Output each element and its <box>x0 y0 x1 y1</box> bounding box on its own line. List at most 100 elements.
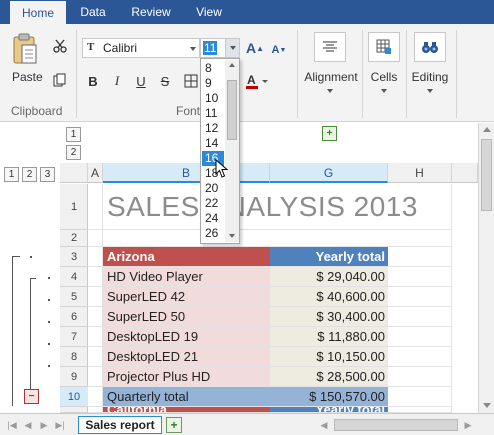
cell-a[interactable] <box>88 347 103 367</box>
scroll-up-icon[interactable] <box>229 63 235 67</box>
cell-g[interactable] <box>270 230 388 247</box>
cell-g[interactable]: $ 40,600.00 <box>270 287 388 307</box>
italic-button[interactable]: I <box>108 72 126 90</box>
chevron-down-icon[interactable] <box>381 89 387 93</box>
tab-data[interactable]: Data <box>74 0 112 24</box>
cell-a[interactable] <box>88 387 103 407</box>
cell-h[interactable] <box>388 287 452 307</box>
cell-b[interactable]: Arizona <box>103 247 270 267</box>
cell-h[interactable] <box>388 230 452 247</box>
last-sheet-icon[interactable]: ▶| <box>52 417 68 433</box>
column-header-h[interactable]: H <box>388 163 452 183</box>
column-header-b[interactable]: B <box>103 163 270 183</box>
row-outline-level-2[interactable]: 2 <box>22 167 37 182</box>
scroll-down-icon[interactable] <box>483 403 491 408</box>
font-color-icon[interactable]: A <box>244 72 270 90</box>
cell-b[interactable]: SuperLED 42 <box>103 287 270 307</box>
tab-view[interactable]: View <box>186 0 232 24</box>
cell-g[interactable]: $ 10,150.00 <box>270 347 388 367</box>
font-name-combo[interactable]: T Calibri <box>82 38 200 58</box>
row-header[interactable]: 7 <box>60 327 88 347</box>
tab-review[interactable]: Review <box>124 0 178 24</box>
horizontal-scroll-thumb[interactable] <box>334 419 458 431</box>
select-all-corner[interactable] <box>60 163 88 183</box>
font-size-dropdown-button[interactable] <box>225 39 239 57</box>
scroll-left-icon[interactable]: ◀ <box>316 417 332 433</box>
font-size-option[interactable]: 9 <box>202 76 224 91</box>
binoculars-icon[interactable] <box>414 32 446 62</box>
chevron-down-icon[interactable] <box>427 89 433 93</box>
cell-h[interactable] <box>388 307 452 327</box>
cell-a[interactable] <box>88 287 103 307</box>
sheet-tab-sales-report[interactable]: Sales report <box>78 416 162 434</box>
cell-a[interactable] <box>88 367 103 387</box>
cell-h[interactable] <box>388 387 452 407</box>
next-sheet-icon[interactable]: ▶ <box>36 417 52 433</box>
grow-font-icon[interactable]: A ▲ <box>246 39 264 57</box>
strikethrough-button[interactable]: S <box>156 72 174 90</box>
scroll-up-icon[interactable] <box>483 127 491 132</box>
scroll-thumb[interactable] <box>227 80 237 140</box>
paste-button[interactable]: Paste <box>12 70 43 84</box>
chevron-down-icon[interactable] <box>327 89 333 93</box>
row-outline-level-3[interactable]: 3 <box>40 167 55 182</box>
vertical-scrollbar[interactable] <box>478 123 494 413</box>
row-header[interactable]: 1 <box>60 184 88 230</box>
cell-a[interactable] <box>88 184 103 230</box>
shrink-font-icon[interactable]: A ▼ <box>270 41 288 59</box>
font-size-option[interactable]: 11 <box>202 106 224 121</box>
editing-button[interactable]: Editing <box>408 70 452 84</box>
cell-h[interactable] <box>388 347 452 367</box>
font-size-combo[interactable]: 11 <box>200 38 240 58</box>
prev-sheet-icon[interactable]: ◀ <box>20 417 36 433</box>
chevron-down-icon[interactable] <box>190 47 196 51</box>
column-header-g[interactable]: G <box>270 163 388 183</box>
cell-g[interactable]: $ 11,880.00 <box>270 327 388 347</box>
cells-button[interactable]: Cells <box>364 70 404 84</box>
cell-g[interactable]: $ 28,500.00 <box>270 367 388 387</box>
cell-b[interactable]: DesktopLED 21 <box>103 347 270 367</box>
add-sheet-button[interactable]: + <box>166 417 182 433</box>
vertical-scroll-thumb[interactable] <box>481 139 492 211</box>
cell-h[interactable] <box>388 247 452 267</box>
cell-b[interactable]: SuperLED 50 <box>103 307 270 327</box>
scroll-right-icon[interactable]: ▶ <box>460 417 476 433</box>
font-size-dropdown-list[interactable]: 8 9 10 11 12 14 16 18 20 22 24 26 <box>200 58 240 244</box>
alignment-button[interactable]: Alignment <box>302 70 360 84</box>
font-size-option[interactable]: 12 <box>202 121 224 136</box>
col-outline-level-2[interactable]: 2 <box>66 145 81 160</box>
dropdown-scrollbar[interactable] <box>225 60 239 242</box>
cell-a[interactable] <box>88 247 103 267</box>
collapse-row-group-button[interactable]: − <box>24 389 39 404</box>
row-header[interactable]: 5 <box>60 287 88 307</box>
cell-h[interactable] <box>388 367 452 387</box>
cell-a[interactable] <box>88 307 103 327</box>
alignment-icon[interactable] <box>314 32 346 62</box>
font-size-value[interactable]: 11 <box>203 41 218 55</box>
cell-g[interactable]: Yearly total <box>270 247 388 267</box>
cell-g[interactable]: $ 30,400.00 <box>270 307 388 327</box>
underline-button[interactable]: U <box>132 72 150 90</box>
borders-icon[interactable] <box>182 72 200 90</box>
row-header[interactable]: 9 <box>60 367 88 387</box>
cut-icon[interactable] <box>52 38 68 54</box>
cells-icon[interactable] <box>368 32 400 62</box>
row-header[interactable]: 8 <box>60 347 88 367</box>
row-header[interactable]: 4 <box>60 267 88 287</box>
cell-b[interactable]: Quarterly total <box>103 387 270 407</box>
row-header[interactable]: 2 <box>60 230 88 247</box>
sheet-title-cell[interactable]: SALES ANALYSIS 2013 <box>103 184 417 230</box>
font-size-option[interactable]: 26 <box>202 226 224 241</box>
paste-icon[interactable] <box>10 32 40 66</box>
cell-g[interactable]: $ 29,040.00 <box>270 267 388 287</box>
font-size-option[interactable]: 24 <box>202 211 224 226</box>
column-header-a[interactable]: A <box>88 163 103 183</box>
cell-g[interactable]: $ 150,570.00 <box>270 387 388 407</box>
cell-h[interactable] <box>388 267 452 287</box>
cell-b[interactable]: DesktopLED 19 <box>103 327 270 347</box>
font-size-option[interactable]: 20 <box>202 181 224 196</box>
tab-home[interactable]: Home <box>10 1 66 24</box>
bold-button[interactable]: B <box>84 72 102 90</box>
cell-h[interactable] <box>388 184 452 230</box>
font-size-option[interactable]: 10 <box>202 91 224 106</box>
